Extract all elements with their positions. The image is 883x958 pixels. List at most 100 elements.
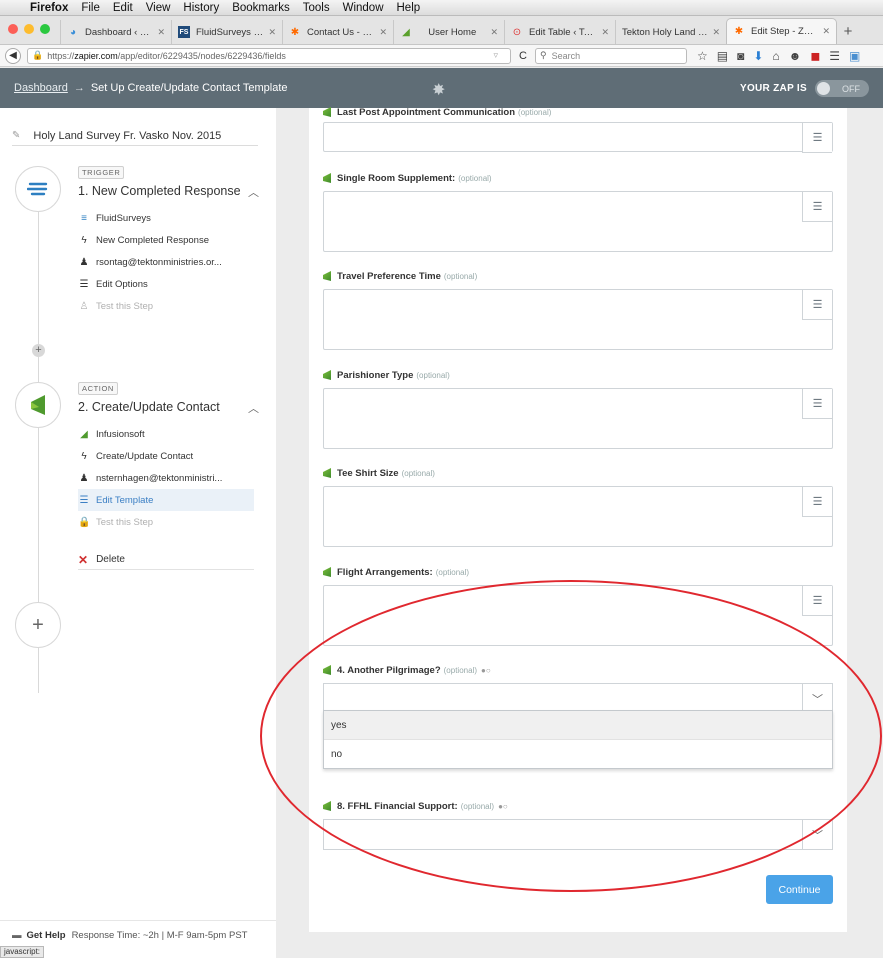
- browser-tab[interactable]: ◕Dashboard ‹ Man…✕: [60, 20, 171, 44]
- close-tab-icon[interactable]: ✕: [268, 27, 276, 38]
- browser-tab[interactable]: Tekton Holy Land Sur…✕: [615, 20, 726, 44]
- trigger-step-title[interactable]: 1. New Completed Response: [78, 184, 241, 198]
- menu-file[interactable]: File: [81, 2, 100, 14]
- action-app[interactable]: ◢ Infusionsoft: [78, 424, 254, 444]
- menu-history[interactable]: History: [183, 2, 219, 14]
- back-button[interactable]: ◀: [5, 47, 21, 64]
- browser-tab[interactable]: ✱Contact Us - Zapier✕: [282, 20, 393, 44]
- zap-name-field[interactable]: ✎ Holy Land Survey Fr. Vasko Nov. 2015: [12, 126, 258, 146]
- browser-tab[interactable]: ⊙Edit Table ‹ Table…✕: [504, 20, 615, 44]
- tab-bar: ◕Dashboard ‹ Man…✕ FSFluidSurveys - On…✕…: [0, 16, 883, 45]
- menu-view[interactable]: View: [146, 2, 171, 14]
- window-controls: [8, 24, 50, 34]
- close-tab-icon[interactable]: ✕: [379, 27, 387, 38]
- image-icon[interactable]: ▣: [849, 49, 860, 63]
- url-bar[interactable]: 🔒 https://zapier.com/app/editor/6229435/…: [27, 47, 511, 64]
- action-step-title[interactable]: 2. Create/Update Contact: [78, 400, 220, 414]
- insert-field-icon[interactable]: ☰: [802, 586, 832, 616]
- trigger-test-step[interactable]: ♙ Test this Step: [78, 296, 254, 316]
- zap-toggle[interactable]: OFF: [815, 80, 869, 97]
- infusionsoft-icon: ◢: [80, 428, 88, 440]
- mode-toggle-icon[interactable]: ●○: [481, 666, 491, 675]
- menu-icon[interactable]: ☰: [829, 49, 840, 63]
- zapier-logo-icon[interactable]: ✸: [432, 80, 445, 100]
- chevron-up-icon[interactable]: ︿: [248, 184, 259, 200]
- delete-step-button[interactable]: ✕ Delete: [78, 550, 254, 570]
- get-help-link[interactable]: Get Help: [27, 930, 66, 941]
- bookmark-star-icon[interactable]: ☆: [697, 49, 708, 63]
- trigger-event[interactable]: ϟ New Completed Response: [78, 230, 254, 250]
- infusionsoft-icon: [323, 173, 331, 183]
- select-field[interactable]: ﹀: [323, 819, 833, 850]
- close-tab-icon[interactable]: ✕: [490, 27, 498, 38]
- record-icon: ⊙: [512, 26, 522, 38]
- menu-bookmarks[interactable]: Bookmarks: [232, 2, 290, 14]
- add-step-small-button[interactable]: +: [32, 344, 45, 357]
- field-single-room-supplement: Single Room Supplement: (optional) ☰: [323, 171, 833, 252]
- insert-field-icon[interactable]: ☰: [802, 123, 832, 153]
- action-account[interactable]: ♟ nsternhagen@tektonministri...: [78, 468, 254, 488]
- dropdown-option-no[interactable]: no: [324, 740, 832, 769]
- text-field[interactable]: ☰: [323, 388, 833, 449]
- chevron-up-icon[interactable]: ︿: [248, 400, 259, 416]
- close-window-button[interactable]: [8, 24, 18, 34]
- url-dropdown-icon[interactable]: ▿: [493, 50, 498, 61]
- insert-field-icon[interactable]: ☰: [802, 487, 832, 517]
- field-travel-preference-time: Travel Preference Time (optional) ☰: [323, 269, 833, 350]
- action-event[interactable]: ϟ Create/Update Contact: [78, 446, 254, 466]
- browser-status-bar: javascript:: [0, 946, 45, 958]
- menu-window[interactable]: Window: [343, 2, 384, 14]
- download-icon[interactable]: ⬇: [753, 49, 763, 63]
- chevron-down-icon[interactable]: ﹀: [802, 820, 832, 849]
- minimize-window-button[interactable]: [24, 24, 34, 34]
- list-icon: ☰: [79, 278, 89, 290]
- text-field[interactable]: ☰: [323, 191, 833, 252]
- reload-icon[interactable]: C: [513, 50, 533, 62]
- browser-tab[interactable]: FSFluidSurveys - On…✕: [171, 20, 282, 44]
- trigger-edit-options[interactable]: ☰ Edit Options: [78, 274, 254, 294]
- zoom-window-button[interactable]: [40, 24, 50, 34]
- menu-edit[interactable]: Edit: [113, 2, 133, 14]
- infusionsoft-icon: [323, 271, 331, 281]
- close-tab-icon[interactable]: ✕: [157, 27, 165, 38]
- trigger-account[interactable]: ♟ rsontag@tektonministries.or...: [78, 252, 254, 272]
- search-input[interactable]: ⚲ Search: [535, 47, 687, 64]
- text-field[interactable]: ☰: [323, 486, 833, 547]
- chevron-down-icon[interactable]: ﹀: [802, 684, 832, 713]
- continue-button[interactable]: Continue: [766, 875, 833, 904]
- add-step-button[interactable]: +: [15, 602, 61, 648]
- close-tab-icon[interactable]: ✕: [601, 27, 609, 38]
- close-tab-icon[interactable]: ✕: [822, 26, 830, 37]
- insert-field-icon[interactable]: ☰: [802, 192, 832, 222]
- user-icon: ♟: [79, 472, 89, 484]
- lock-icon: 🔒: [32, 50, 44, 60]
- text-field[interactable]: ☰: [323, 585, 833, 646]
- text-field[interactable]: ☰: [323, 122, 833, 153]
- trigger-app-icon[interactable]: [15, 166, 61, 212]
- menu-help[interactable]: Help: [397, 2, 421, 14]
- dropdown-option-yes[interactable]: yes: [324, 711, 832, 740]
- insert-field-icon[interactable]: ☰: [802, 389, 832, 419]
- action-test-step[interactable]: 🔒 Test this Step: [78, 512, 254, 532]
- field-tee-shirt-size: Tee Shirt Size (optional) ☰: [323, 466, 833, 547]
- mode-toggle-icon[interactable]: ●○: [498, 802, 508, 811]
- close-tab-icon[interactable]: ✕: [712, 27, 720, 38]
- menu-app-name[interactable]: Firefox: [30, 2, 68, 14]
- action-edit-template[interactable]: ☰ Edit Template: [78, 489, 254, 511]
- pocket-icon[interactable]: ◙: [737, 49, 744, 63]
- trigger-app[interactable]: ≡ FluidSurveys: [78, 208, 254, 228]
- insert-field-icon[interactable]: ☰: [802, 290, 832, 320]
- zapier-icon: ✱: [734, 26, 744, 37]
- new-tab-button[interactable]: +: [837, 23, 859, 40]
- chat-icon[interactable]: ☻: [789, 49, 802, 63]
- menu-tools[interactable]: Tools: [303, 2, 330, 14]
- action-app-icon[interactable]: [15, 382, 61, 428]
- text-field[interactable]: ☰: [323, 289, 833, 350]
- browser-tab-active[interactable]: ✱ Edit Step - Zapier ✕: [726, 18, 837, 44]
- reading-list-icon[interactable]: ▤: [717, 49, 728, 63]
- home-icon[interactable]: ⌂: [772, 49, 779, 63]
- browser-tab[interactable]: ◢ User Home ✕: [393, 20, 504, 44]
- trigger-badge: TRIGGER: [78, 166, 125, 179]
- breadcrumb-dashboard-link[interactable]: Dashboard: [14, 82, 68, 94]
- extension-icon[interactable]: ◼: [810, 49, 820, 63]
